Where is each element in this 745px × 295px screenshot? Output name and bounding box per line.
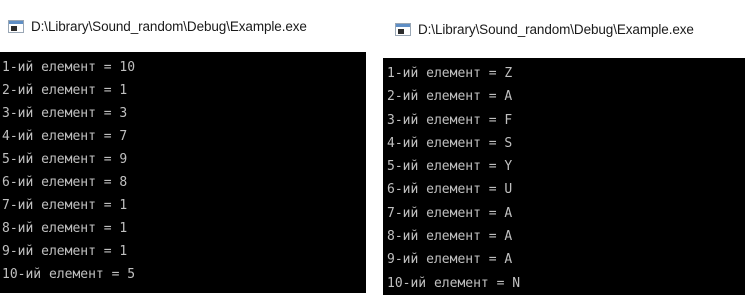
console-line: 8-ий елемент = A (387, 229, 513, 245)
console-line: 4-ий елемент = S (387, 135, 513, 151)
left-console-output[interactable]: 1-ий елемент = 10 2-ий елемент = 1 3-ий … (0, 52, 366, 293)
console-line: 6-ий елемент = U (387, 182, 513, 198)
console-line: 5-ий елемент = 9 (2, 152, 128, 167)
console-line: 1-ий елемент = 10 (2, 60, 136, 75)
console-line: 7-ий елемент = 1 (2, 198, 128, 213)
console-line: 2-ий елемент = 1 (2, 83, 128, 98)
left-window-titlebar[interactable]: D:\Library\Sound_random\Debug\Example.ex… (0, 4, 366, 48)
console-line: 9-ий елемент = A (387, 252, 513, 268)
console-line: 10-ий елемент = N (387, 275, 521, 291)
left-window-title: D:\Library\Sound_random\Debug\Example.ex… (31, 18, 307, 34)
console-line: 4-ий елемент = 7 (2, 129, 128, 144)
console-line: 7-ий елемент = A (387, 205, 513, 221)
console-line: 5-ий елемент = Y (387, 159, 513, 175)
console-line: 3-ий елемент = 3 (2, 106, 128, 121)
screenshot-stage: D:\Library\Sound_random\Debug\Example.ex… (0, 0, 745, 295)
right-window-titlebar[interactable]: D:\Library\Sound_random\Debug\Example.ex… (383, 4, 745, 54)
right-console-output[interactable]: 1-ий елемент = Z 2-ий елемент = A 3-ий е… (383, 58, 745, 295)
console-line: 8-ий елемент = 1 (2, 221, 128, 236)
console-line: 9-ий елемент = 1 (2, 244, 128, 259)
console-line: 1-ий елемент = Z (387, 66, 513, 81)
console-line: 10-ий елемент = 5 (2, 267, 136, 282)
console-line: 3-ий елемент = F (387, 112, 513, 128)
right-window-title: D:\Library\Sound_random\Debug\Example.ex… (418, 21, 694, 37)
left-console-window: D:\Library\Sound_random\Debug\Example.ex… (0, 4, 366, 293)
console-app-icon (8, 19, 24, 33)
console-line: 2-ий елемент = A (387, 89, 513, 105)
console-app-icon (395, 22, 411, 36)
right-console-window: D:\Library\Sound_random\Debug\Example.ex… (383, 4, 745, 295)
console-line: 6-ий елемент = 8 (2, 175, 128, 190)
